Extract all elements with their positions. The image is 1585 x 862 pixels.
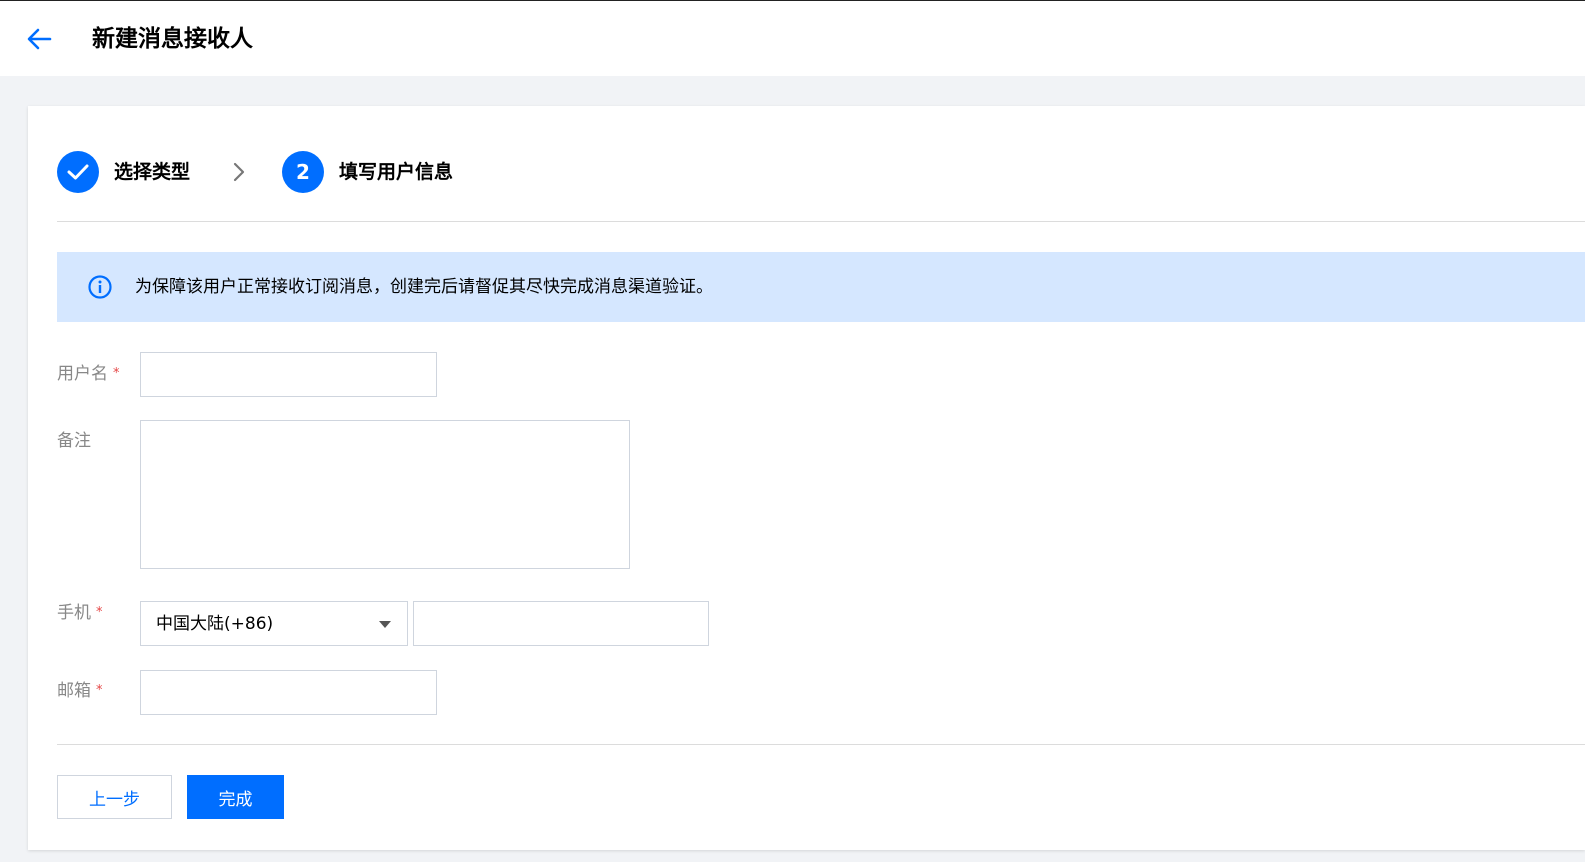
divider [57,744,1585,745]
divider [57,221,1585,222]
chevron-right-icon [233,162,245,182]
arrow-left-icon [27,28,52,50]
step-2-label: 填写用户信息 [339,161,454,183]
phone-label: 手机 * [57,602,103,624]
info-icon [87,274,113,300]
page-title: 新建消息接收人 [92,26,253,52]
phone-input[interactable] [413,601,709,646]
phone-region-value: 中国大陆(+86) [156,613,274,634]
required-mark: * [96,605,103,620]
phone-region-select[interactable]: 中国大陆(+86) [140,601,408,646]
done-button[interactable]: 完成 [187,775,284,819]
email-label-text: 邮箱 [57,681,91,701]
step-separator [232,161,246,183]
remark-textarea[interactable] [140,420,630,569]
remark-label-text: 备注 [57,431,91,451]
username-label-text: 用户名 [57,364,108,384]
prev-step-button[interactable]: 上一步 [57,775,172,819]
top-bar: 新建消息接收人 [0,0,1585,76]
username-input[interactable] [140,352,437,397]
remark-label: 备注 [57,430,91,452]
phone-label-text: 手机 [57,603,91,623]
username-label: 用户名 * [57,363,120,385]
step-1-label: 选择类型 [114,161,191,183]
back-button[interactable] [24,23,54,55]
caret-down-icon [379,620,391,628]
info-notice: 为保障该用户正常接收订阅消息，创建完后请督促其尽快完成消息渠道验证。 [57,252,1585,322]
step-1-indicator [57,151,99,193]
email-label: 邮箱 * [57,680,103,702]
required-mark: * [113,366,120,381]
required-mark: * [96,683,103,698]
notice-text: 为保障该用户正常接收订阅消息，创建完后请督促其尽快完成消息渠道验证。 [135,277,713,297]
step-2-indicator: 2 [282,151,325,193]
form-card: 选择类型 2 填写用户信息 为保障该用户正常接收订阅消息，创建完后请督促其尽快完… [28,106,1585,850]
check-icon [67,164,89,180]
stepper: 选择类型 2 填写用户信息 [57,150,453,194]
email-input[interactable] [140,670,437,715]
